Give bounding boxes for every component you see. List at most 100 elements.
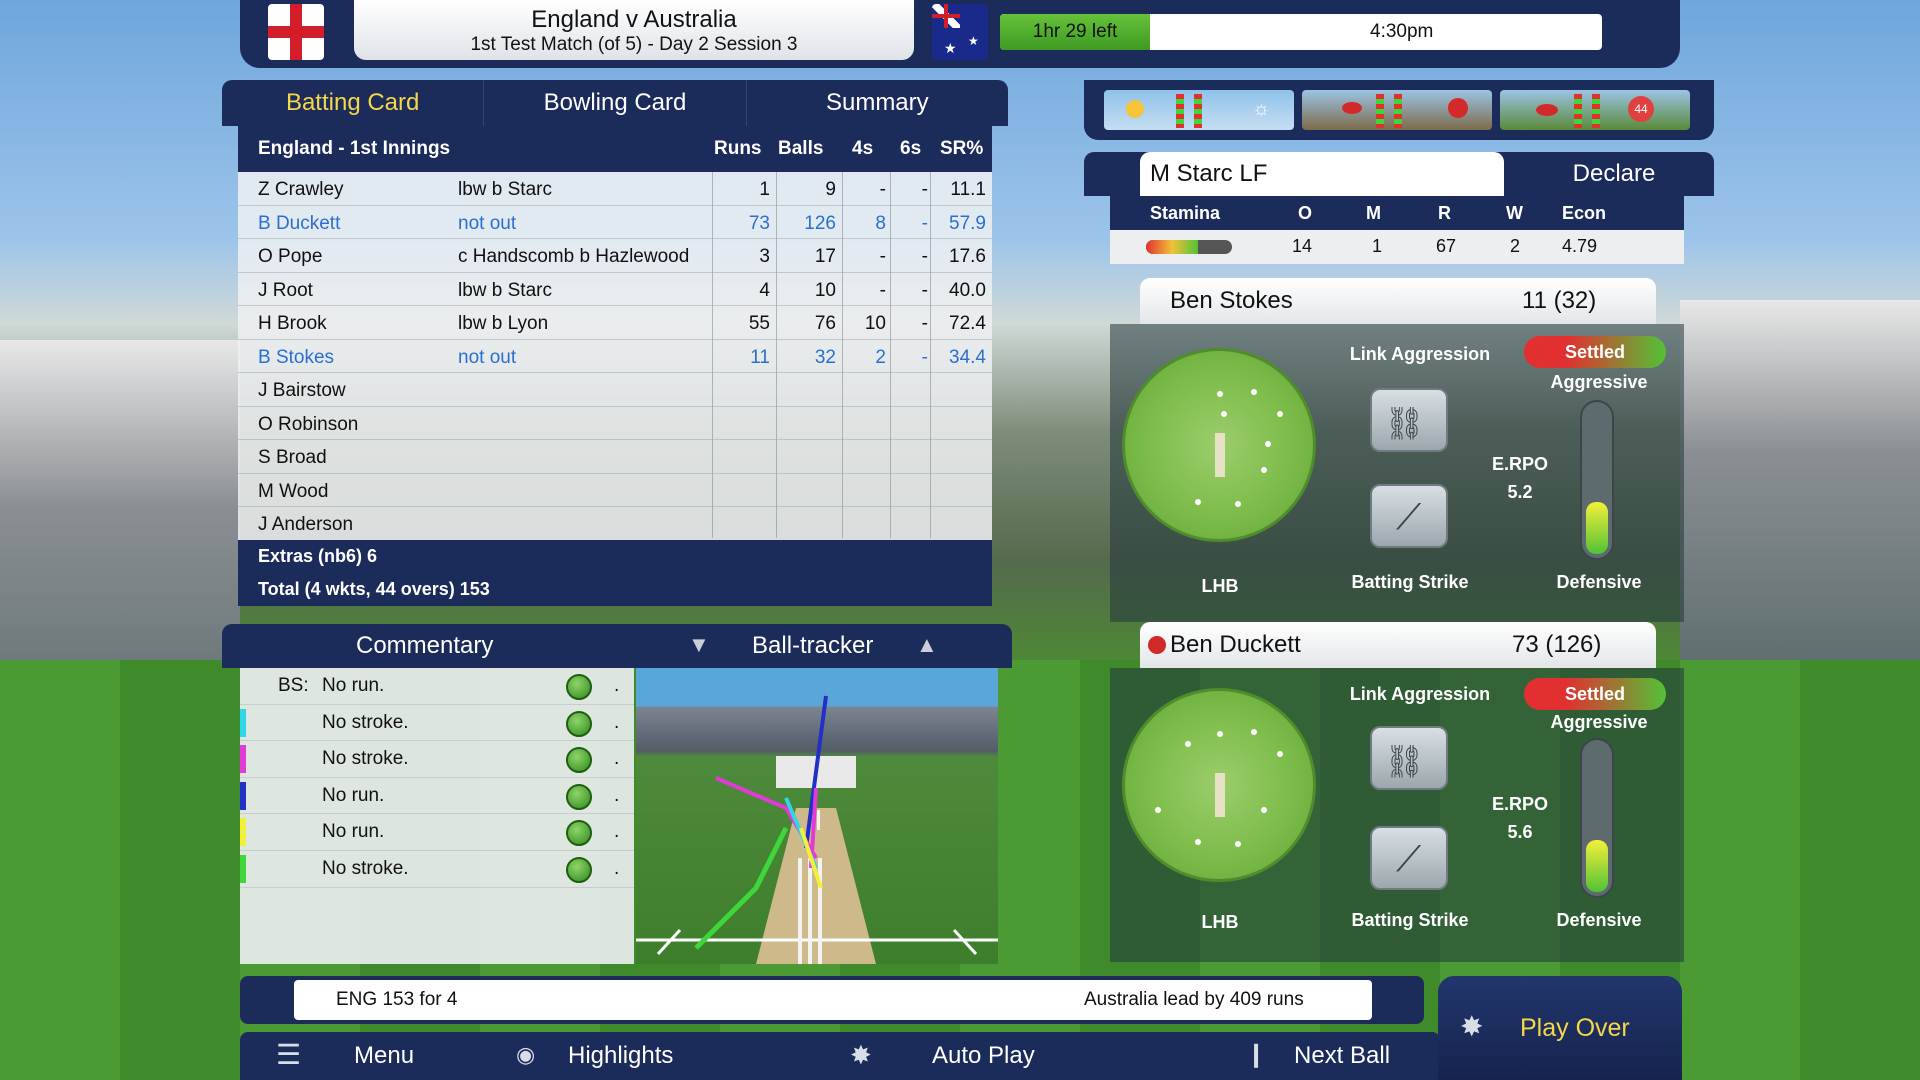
tab-summary[interactable]: Summary: [747, 80, 1008, 126]
commentary-row[interactable]: No run..: [240, 778, 634, 815]
menu-button[interactable]: ☰ Menu: [276, 1032, 436, 1080]
play-over-button[interactable]: ✸ Play Over: [1438, 976, 1682, 1080]
batter-name: H Brook: [258, 313, 327, 334]
commentary-prefix: BS:: [278, 675, 309, 696]
balls: 10: [814, 279, 836, 301]
bowler-econ: 4.79: [1562, 236, 1598, 256]
commentary-row[interactable]: No stroke..: [240, 705, 634, 742]
play-over-label: Play Over: [1520, 1014, 1630, 1042]
runs: 11: [750, 346, 770, 368]
commentary-dot: .: [614, 711, 620, 733]
strike-rate: 72.4: [949, 313, 986, 334]
batter-name: B Stokes: [258, 346, 335, 368]
next-ball-label: Next Ball: [1294, 1042, 1391, 1069]
batting-row: B Duckett not out 73 126 8 -57.9: [238, 206, 992, 240]
declare-button[interactable]: Declare: [1524, 160, 1704, 188]
time-left: 1hr 29 left: [1000, 14, 1150, 50]
col-wickets: W: [1506, 203, 1523, 223]
defensive-label: Defensive: [1556, 910, 1642, 930]
runs: 1: [759, 179, 770, 200]
col-sr: SR%: [940, 138, 984, 159]
aggression-level: [1586, 501, 1608, 554]
dismissal: not out: [458, 212, 517, 234]
ball-tracker-title[interactable]: Ball-tracker: [752, 632, 873, 660]
ball-outcome-icon: [566, 747, 592, 774]
expand-up-icon[interactable]: ▲: [916, 632, 938, 658]
next-ball-button[interactable]: ❙ Next Ball: [1246, 1032, 1426, 1080]
score-status: ENG 153 for 4 Australia lead by 409 runs: [294, 980, 1372, 1020]
batter-name-box[interactable]: Ben Stokes 11 (32): [1140, 278, 1656, 324]
aggression-slider[interactable]: [1580, 738, 1614, 898]
sixes: -: [921, 179, 928, 200]
erpo-label: E.RPO: [1491, 454, 1548, 474]
sixes: -: [921, 279, 928, 301]
strike-rate: 17.6: [949, 246, 986, 267]
chain-link-icon[interactable]: ⛓: [1370, 726, 1448, 790]
sixes: -: [921, 346, 928, 368]
commentary-header: Commentary ▼ Ball-tracker ▲: [222, 624, 1012, 668]
card-tabs: Batting Card Bowling Card Summary: [222, 80, 1008, 126]
match-title: England v Australia: [531, 6, 737, 33]
bowler-runs: 67: [1436, 236, 1457, 256]
commentary-row[interactable]: No stroke..: [240, 851, 634, 888]
col-stamina: Stamina: [1150, 203, 1221, 223]
commentary-title[interactable]: Commentary: [356, 632, 493, 660]
fours: -: [879, 179, 886, 200]
auto-play-button[interactable]: ✸ Auto Play: [850, 1032, 1050, 1080]
settled-toggle[interactable]: Settled: [1524, 678, 1666, 710]
commentary-row[interactable]: No run..: [240, 814, 634, 851]
tab-bowling-card[interactable]: Bowling Card: [484, 80, 747, 126]
batting-strike-bat-icon[interactable]: ⟋: [1370, 826, 1448, 890]
hand-label: LHB: [1201, 912, 1239, 932]
fours: 2: [875, 346, 886, 368]
highlights-label: Highlights: [568, 1042, 674, 1069]
settled-toggle[interactable]: Settled: [1524, 336, 1666, 368]
aggression-level: [1586, 839, 1608, 892]
batter-name: Z Crawley: [258, 179, 344, 200]
score-status-bar: ENG 153 for 4 Australia lead by 409 runs: [240, 976, 1424, 1024]
batter-name-box[interactable]: Ben Duckett 73 (126): [1140, 622, 1656, 668]
fours: 10: [864, 313, 886, 334]
field-placement[interactable]: [1122, 348, 1316, 542]
aggression-slider[interactable]: [1580, 400, 1614, 560]
ball-tracker-view[interactable]: [636, 668, 998, 964]
batting-row: O Robinson: [238, 407, 992, 441]
commentary-row[interactable]: No stroke..: [240, 741, 634, 778]
match-header: England v Australia 1st Test Match (of 5…: [240, 0, 1680, 68]
batter-score: 11 (32): [1522, 287, 1597, 314]
dismissal: not out: [458, 346, 517, 368]
ball-outcome-icon: [566, 857, 592, 883]
field-placement[interactable]: [1122, 688, 1316, 882]
aggressive-label: Aggressive: [1550, 712, 1648, 732]
strike-rate: 34.4: [949, 346, 986, 368]
commentary-dot: .: [614, 784, 620, 806]
batter-name: M Wood: [258, 480, 329, 502]
col-fours: 4s: [852, 138, 874, 159]
batting-row: J Bairstow: [238, 373, 992, 407]
batting-row: Z Crawley lbw b Starc 1 9 - - 11.1: [238, 172, 992, 206]
dismissal: c Handscomb b Hazlewood: [458, 246, 690, 267]
trajectory-color-marker: [240, 818, 246, 847]
chain-link-icon[interactable]: ⛓: [1370, 388, 1448, 452]
commentary-text: No stroke.: [322, 711, 409, 733]
sixes: -: [921, 313, 928, 334]
bowler-bar: M Starc LF Declare: [1084, 152, 1714, 196]
batting-row: O Pope c Handscomb b Hazlewood 3 17- -17.6: [238, 239, 992, 273]
highlights-button[interactable]: ◉ Highlights: [516, 1032, 716, 1080]
menu-icon: ☰: [276, 1039, 302, 1070]
batting-card-header: England - 1st Innings Runs Balls 4s 6s S…: [238, 126, 992, 172]
batting-strike-label: Batting Strike: [1351, 572, 1469, 592]
balls: 9: [825, 179, 836, 200]
bowler-name[interactable]: M Starc LF: [1140, 152, 1504, 196]
fours: -: [879, 279, 886, 301]
batting-strike-bat-icon[interactable]: ⟋: [1370, 484, 1448, 548]
fours: -: [879, 246, 886, 267]
batter-panel-stokes: LHB Link Aggression ⛓ ⟋ Batting Strike E…: [1110, 324, 1684, 622]
defensive-label: Defensive: [1556, 572, 1642, 592]
collapse-down-icon[interactable]: ▼: [688, 632, 710, 658]
commentary-dot: .: [614, 821, 620, 843]
on-strike-ball-icon: [1148, 636, 1166, 654]
tab-batting-card[interactable]: Batting Card: [222, 80, 485, 126]
link-aggression-label: Link Aggression: [1349, 344, 1491, 364]
commentary-row[interactable]: BS: No run..: [240, 668, 634, 705]
